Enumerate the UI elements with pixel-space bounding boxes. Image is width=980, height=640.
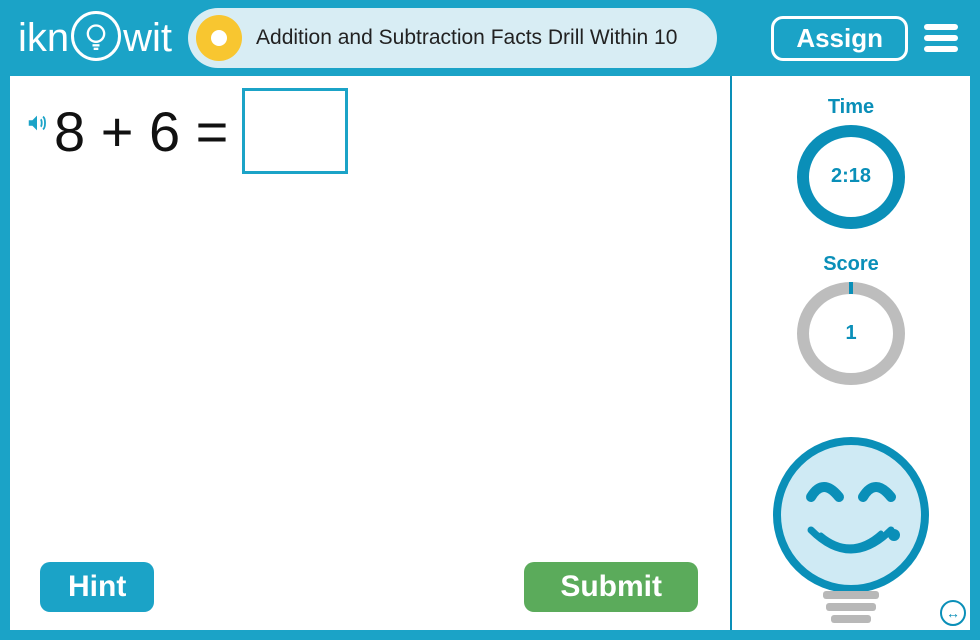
level-badge-icon [196,15,242,61]
answer-input[interactable] [242,88,348,174]
logo-text-left: ikn [18,16,69,61]
score-ring: 1 [797,282,905,386]
score-value: 1 [845,322,856,345]
speaker-icon[interactable] [26,112,48,139]
expression-text: 8 + 6 = [54,99,228,164]
question-expression: 8 + 6 = [54,88,348,174]
lesson-title-pill: Addition and Subtraction Facts Drill Wit… [188,8,717,68]
assign-button[interactable]: Assign [771,16,908,61]
lightbulb-icon [71,11,121,61]
menu-icon[interactable] [924,19,958,57]
stats-panel: Time 2:18 Score 1 ↔ [730,76,970,630]
time-value: 2:18 [831,165,871,188]
time-label: Time [828,96,874,119]
score-label: Score [823,253,879,276]
time-ring: 2:18 [797,125,905,229]
hint-button[interactable]: Hint [40,562,154,612]
lesson-title: Addition and Subtraction Facts Drill Wit… [256,26,677,50]
mascot-icon [766,435,936,630]
submit-button[interactable]: Submit [524,562,698,612]
logo-text-right: wit [123,16,172,61]
expand-icon[interactable]: ↔ [940,600,966,626]
content-area: 8 + 6 = Hint Submit Time 2:18 Score 1 [0,76,980,640]
logo[interactable]: ikn wit [18,13,172,63]
header-bar: ikn wit Addition and Subtraction Facts D… [0,0,980,76]
question-panel: 8 + 6 = Hint Submit [10,76,730,630]
